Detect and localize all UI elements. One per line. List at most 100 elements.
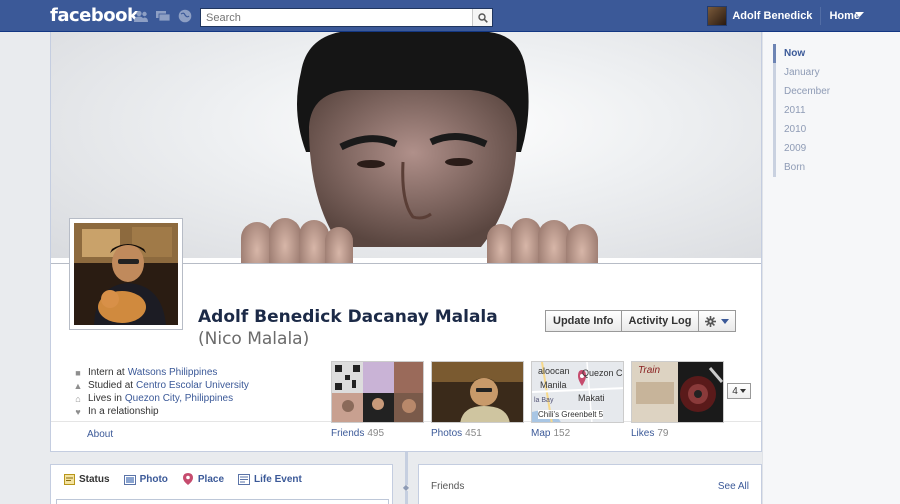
info-relationship-label: In a relationship: [88, 406, 159, 417]
search-button[interactable]: [472, 9, 492, 26]
heart-icon: ♥: [75, 406, 81, 417]
user-avatar[interactable]: [707, 6, 728, 26]
info-location-label: Lives in: [88, 393, 122, 404]
profile-main: Adolf Benedick Dacanay Malala (Nico Mala…: [50, 32, 762, 452]
update-info-button[interactable]: Update Info: [545, 310, 622, 332]
friend-requests-icon[interactable]: [133, 8, 149, 24]
full-name[interactable]: Adolf Benedick Dacanay Malala: [198, 307, 498, 327]
tab-status[interactable]: Status: [63, 473, 110, 485]
timeline-now[interactable]: Now: [773, 44, 853, 63]
profile-picture[interactable]: [69, 218, 183, 330]
tab-life-event-label: Life Event: [254, 473, 302, 485]
timeline-born[interactable]: Born: [773, 158, 853, 177]
timeline-2009[interactable]: 2009: [773, 139, 853, 158]
friends-card-title: Friends: [431, 481, 465, 492]
likes-count: 79: [657, 428, 669, 439]
timeline-2010[interactable]: 2010: [773, 120, 853, 139]
facebook-logo[interactable]: facebook: [50, 5, 139, 26]
photos-tile-label[interactable]: Photos: [431, 428, 462, 439]
post-composer: Status Photo Place Life Event: [50, 464, 393, 504]
friends-card: Friends See All: [418, 464, 762, 504]
profile-name-block: Adolf Benedick Dacanay Malala (Nico Mala…: [198, 306, 528, 350]
activity-log-button[interactable]: Activity Log: [621, 310, 700, 332]
user-name-link[interactable]: Adolf Benedick: [732, 10, 812, 22]
info-education-link[interactable]: Centro Escolar University: [136, 380, 249, 391]
account-menu-chevron-icon[interactable]: [855, 12, 864, 18]
info-location-link[interactable]: Quezon City, Philippines: [125, 393, 233, 404]
home-icon: ⌂: [75, 393, 81, 404]
profile-photo-art: [74, 223, 178, 325]
info-education-label: Studied at: [88, 380, 134, 391]
tab-place[interactable]: Place: [182, 473, 224, 485]
map-label-caloocan: aloocan: [538, 366, 570, 376]
tile-friends[interactable]: Friends 495: [331, 361, 424, 439]
timeline-spine: [405, 452, 408, 504]
info-work: ■ Intern at Watsons Philippines: [73, 366, 249, 379]
timeline-january[interactable]: January: [773, 63, 853, 82]
profile-actions: Update Info Activity Log: [545, 310, 737, 332]
search-icon: [477, 12, 488, 23]
gear-icon: [705, 315, 717, 327]
friends-count: 495: [367, 428, 385, 439]
timeline-2011[interactable]: 2011: [773, 101, 853, 120]
more-tiles-count: 4: [732, 385, 738, 397]
timeline-spine-marker: ◆: [401, 483, 411, 492]
profile-photo: [74, 223, 178, 325]
search-input[interactable]: [201, 9, 471, 26]
likes-tile-image: Train: [631, 361, 724, 423]
map-tile-label[interactable]: Map: [531, 428, 550, 439]
profile-info-list: ■ Intern at Watsons Philippines ▲ Studie…: [73, 366, 249, 418]
map-count: 152: [553, 428, 571, 439]
profile-tiles: Friends 495 Photos 451 aloocan Quezon C …: [331, 361, 724, 439]
tab-photo[interactable]: Photo: [123, 473, 168, 485]
friends-tile-label[interactable]: Friends: [331, 428, 364, 439]
map-label-quezon: Quezon C: [582, 368, 623, 378]
friends-tile-image: [331, 361, 424, 423]
topbar-divider: [820, 7, 822, 25]
info-relationship: ♥ In a relationship: [73, 405, 249, 418]
info-education: ▲ Studied at Centro Escolar University: [73, 379, 249, 392]
messages-icon[interactable]: [155, 8, 171, 24]
tab-place-label: Place: [197, 473, 225, 485]
tab-status-label: Status: [79, 473, 110, 485]
tile-photos[interactable]: Photos 451: [431, 361, 524, 439]
place-pin-icon: [182, 473, 194, 485]
photos-tile-image: [431, 361, 524, 423]
status-icon: [63, 473, 75, 485]
briefcase-icon: ■: [75, 367, 81, 378]
life-event-icon: [238, 473, 251, 485]
jewel-icons: [133, 8, 193, 24]
photos-count: 451: [465, 428, 482, 439]
top-bar: facebook Adolf Benedick Home: [0, 0, 900, 32]
user-area: Adolf Benedick Home: [707, 0, 860, 32]
tab-photo-label: Photo: [139, 473, 168, 485]
map-label-bay: la Bay: [534, 397, 554, 404]
info-work-link[interactable]: Watsons Philippines: [128, 367, 218, 378]
tab-life-event[interactable]: Life Event: [238, 473, 302, 485]
settings-menu-button[interactable]: [699, 310, 737, 332]
map-tile-image: aloocan Quezon C Manila Makati la Bay Ch…: [531, 361, 624, 423]
about-link[interactable]: About: [87, 429, 113, 440]
nickname: (Nico Malala): [198, 329, 310, 349]
search-box: [200, 8, 493, 27]
notifications-icon[interactable]: [177, 8, 193, 24]
tile-likes[interactable]: Train Likes 79: [631, 361, 724, 439]
map-label-makati: Makati: [578, 393, 605, 403]
more-tiles-button[interactable]: 4: [727, 383, 751, 399]
chevron-down-icon: [739, 389, 746, 393]
map-label-manila: Manila: [540, 380, 567, 390]
composer-input[interactable]: [56, 499, 389, 504]
likes-tile-label[interactable]: Likes: [631, 428, 654, 439]
see-all-link[interactable]: See All: [718, 481, 749, 492]
timeline-december[interactable]: December: [773, 82, 853, 101]
info-location: ⌂ Lives in Quezon City, Philippines: [73, 392, 249, 405]
chevron-down-icon: [721, 318, 730, 324]
map-label-greenbelt: Chili's Greenbelt 5: [538, 410, 604, 419]
info-work-label: Intern at: [88, 367, 125, 378]
timeline-nav: Now January December 2011 2010 2009 Born: [762, 32, 900, 504]
profile-name: Adolf Benedick Dacanay Malala (Nico Mala…: [198, 306, 528, 350]
tile-map[interactable]: aloocan Quezon C Manila Makati la Bay Ch…: [531, 361, 624, 439]
school-icon: ▲: [73, 380, 83, 391]
composer-tabs: Status Photo Place Life Event: [51, 465, 392, 485]
likes-tile-text: Train: [638, 365, 661, 376]
